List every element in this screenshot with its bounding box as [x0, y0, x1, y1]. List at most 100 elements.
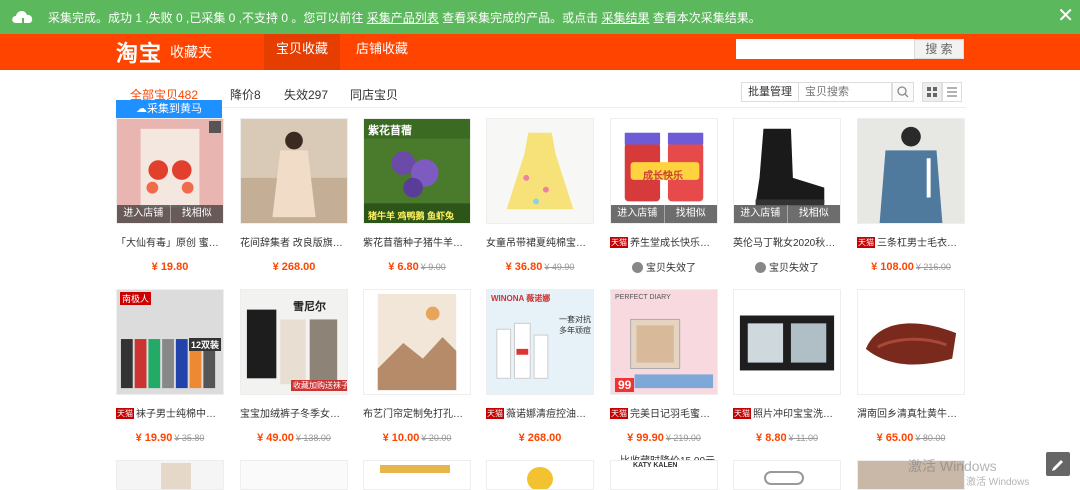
item-title[interactable]: 宝宝加绒裤子冬季女童加...: [240, 405, 348, 420]
collect-to-huangma-button[interactable]: ☁采集到黄马: [116, 100, 222, 118]
item-title[interactable]: 英伦马丁靴女2020秋冬新...: [733, 234, 841, 249]
list-item[interactable]: KATY KALEN: [610, 460, 718, 490]
collect-result-link[interactable]: 采集结果: [601, 11, 649, 25]
find-similar-button[interactable]: 找相似: [663, 205, 718, 223]
list-item[interactable]: 女童吊带裙夏纯棉宝宝女... ¥ 36.80 ¥ 49.90: [486, 118, 594, 273]
pencil-icon[interactable]: [1046, 452, 1070, 476]
taobao-logo[interactable]: 淘宝: [116, 36, 162, 68]
item-title[interactable]: 天猫照片冲印宝宝洗照片...: [733, 405, 841, 420]
item-price: ¥ 108.00: [871, 261, 914, 273]
product-image[interactable]: [857, 118, 965, 224]
find-similar-button[interactable]: 找相似: [786, 205, 841, 223]
list-item[interactable]: 紫花苜蓿 猪牛羊 鸡鸭鹅 鱼虾兔 紫花苜蓿种子猪牛羊兔鸡... ¥ 6.80 ¥ …: [363, 118, 471, 273]
list-item[interactable]: 布艺门帘定制免打孔家用... ¥ 10.00 ¥ 20.00: [363, 289, 471, 444]
item-title[interactable]: 渭南回乡清真牡黄牛肉干...: [857, 405, 965, 420]
product-image[interactable]: PERFECT DIARY 99: [610, 289, 718, 395]
thumb-label: 一套对抗 多年顽痘: [559, 315, 591, 335]
list-item[interactable]: 成长快乐 进入店铺 找相似 天猫养生堂成长快乐复合... 宝贝失效了: [610, 118, 718, 274]
collect-product-list-link[interactable]: 采集产品列表: [367, 11, 439, 25]
favorites-search-input[interactable]: [798, 82, 892, 102]
product-image[interactable]: WINONA 薇诺娜 一套对抗 多年顽痘: [486, 289, 594, 395]
item-title[interactable]: 天猫三条杠男士毛衣男日...: [857, 234, 965, 249]
trash-icon[interactable]: [209, 121, 221, 133]
list-item[interactable]: 渭南回乡清真牡黄牛肉干... ¥ 65.00 ¥ 80.00: [857, 289, 965, 444]
close-icon[interactable]: ✕: [1057, 4, 1074, 28]
batch-manage-button[interactable]: 批量管理: [741, 82, 799, 102]
product-image[interactable]: [116, 460, 224, 490]
enter-shop-button[interactable]: 进入店铺: [611, 205, 664, 223]
item-title[interactable]: 花间辞集者 改良版旗袍连...: [240, 234, 348, 249]
product-image[interactable]: 进入店铺 找相似: [733, 118, 841, 224]
tmall-badge: 天猫: [733, 408, 751, 419]
list-item[interactable]: 南极人 12双装 天猫袜子男士纯棉中筒长... ¥ 19.90¥ 35.80: [116, 289, 224, 444]
tmall-badge: 天猫: [486, 408, 504, 419]
product-image[interactable]: [857, 289, 965, 395]
list-item[interactable]: [486, 460, 594, 490]
item-title[interactable]: 「大仙有毒」原创 蜜桃能...: [116, 234, 224, 249]
item-old-price: ¥ 35.80: [174, 433, 205, 443]
find-similar-button[interactable]: 找相似: [169, 205, 224, 223]
collect-notification-bar: 采集完成。成功 1 ,失败 0 ,已采集 0 ,不支持 0 。您可以前往 采集产…: [0, 0, 1080, 34]
product-image[interactable]: 紫花苜蓿 猪牛羊 鸡鸭鹅 鱼虾兔: [363, 118, 471, 224]
product-image[interactable]: [733, 460, 841, 490]
item-title[interactable]: 紫花苜蓿种子猪牛羊兔鸡...: [363, 234, 471, 249]
list-item[interactable]: 花间辞集者 改良版旗袍连... ¥ 268.00: [240, 118, 348, 273]
list-item[interactable]: 进入店铺 找相似 「大仙有毒」原创 蜜桃能... ¥ 19.80: [116, 118, 224, 273]
product-image[interactable]: [363, 460, 471, 490]
list-item[interactable]: 天猫三条杠男士毛衣男日... ¥ 108.00¥ 216.00: [857, 118, 965, 273]
product-image[interactable]: 进入店铺 找相似: [116, 118, 224, 224]
product-image[interactable]: [486, 460, 594, 490]
product-image[interactable]: KATY KALEN: [610, 460, 718, 490]
search-icon[interactable]: [892, 82, 914, 102]
tab-shop-favorites[interactable]: 店铺收藏: [344, 34, 420, 70]
list-item[interactable]: [116, 460, 224, 490]
filter-same-shop[interactable]: 同店宝贝: [350, 86, 398, 103]
tab-item-favorites[interactable]: 宝贝收藏: [264, 34, 341, 70]
item-title[interactable]: 天猫养生堂成长快乐复合...: [610, 234, 718, 249]
list-item[interactable]: 进入店铺 找相似 英伦马丁靴女2020秋冬新... 宝贝失效了: [733, 118, 841, 274]
item-price: ¥ 19.80: [151, 261, 189, 273]
item-hover-actions: 进入店铺 找相似: [734, 205, 840, 223]
item-price: ¥ 19.90: [135, 432, 173, 444]
list-item[interactable]: [363, 460, 471, 490]
header-search-input[interactable]: [736, 39, 914, 59]
sad-face-icon: [632, 262, 643, 273]
product-image[interactable]: [486, 118, 594, 224]
thumb-label: 南极人: [120, 292, 152, 305]
list-item[interactable]: [733, 460, 841, 490]
list-view-icon[interactable]: [942, 82, 962, 102]
filter-invalid[interactable]: 失效297: [284, 86, 328, 103]
filter-price-drop[interactable]: 降价8: [230, 86, 261, 103]
item-old-price: ¥ 138.00: [295, 433, 331, 443]
list-item[interactable]: 雪尼尔 收藏加购送袜子 宝宝加绒裤子冬季女童加... ¥ 49.00 ¥ 138.…: [240, 289, 348, 444]
product-image[interactable]: [363, 289, 471, 395]
item-title[interactable]: 布艺门帘定制免打孔家用...: [363, 405, 471, 420]
thumb-label: 紫花苜蓿: [368, 125, 412, 137]
item-old-price: ¥ 80.00: [915, 433, 946, 443]
item-title[interactable]: 天猫袜子男士纯棉中筒长...: [116, 405, 224, 420]
product-image[interactable]: [733, 289, 841, 395]
product-image[interactable]: 雪尼尔 收藏加购送袜子: [240, 289, 348, 395]
list-item[interactable]: PERFECT DIARY 99 天猫完美日记羽毛蜜粉饼... ¥ 99.90¥…: [610, 289, 718, 467]
thumb-label: PERFECT DIARY: [615, 294, 671, 301]
favorites-title: 收藏夹: [170, 44, 212, 60]
enter-shop-button[interactable]: 进入店铺: [734, 205, 787, 223]
header-search-button[interactable]: 搜 索: [914, 39, 964, 59]
product-image[interactable]: 南极人 12双装: [116, 289, 224, 395]
item-hover-actions: 进入店铺 找相似: [117, 205, 223, 223]
item-old-price: ¥ 11.00: [788, 433, 818, 443]
item-title[interactable]: 天猫完美日记羽毛蜜粉饼...: [610, 405, 718, 420]
thumb-label: 雪尼尔: [293, 301, 326, 313]
item-title[interactable]: 天猫薇诺娜清痘控油祛痘...: [486, 405, 594, 420]
item-title[interactable]: 女童吊带裙夏纯棉宝宝女...: [486, 234, 594, 249]
list-item[interactable]: [240, 460, 348, 490]
product-image[interactable]: 成长快乐 进入店铺 找相似: [610, 118, 718, 224]
product-image[interactable]: [240, 118, 348, 224]
enter-shop-button[interactable]: 进入店铺: [117, 205, 170, 223]
list-item[interactable]: 天猫照片冲印宝宝洗照片... ¥ 8.80¥ 11.00: [733, 289, 841, 444]
list-item[interactable]: WINONA 薇诺娜 一套对抗 多年顽痘 天猫薇诺娜清痘控油祛痘... ¥ 26…: [486, 289, 594, 444]
product-image[interactable]: [240, 460, 348, 490]
grid-view-icon[interactable]: [922, 82, 942, 102]
item-old-price: ¥ 20.00: [421, 433, 452, 443]
tmall-badge: 天猫: [610, 237, 628, 248]
